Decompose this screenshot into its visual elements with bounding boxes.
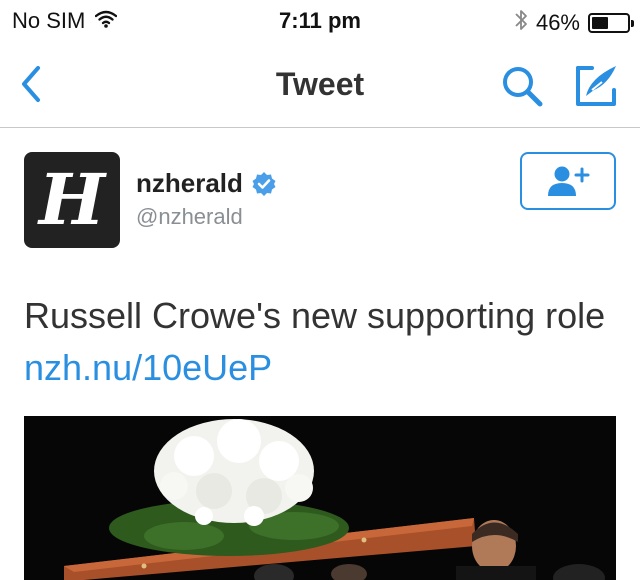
- compose-icon: [576, 66, 616, 106]
- battery-percent: 46%: [535, 10, 580, 35]
- status-right: 46%: [514, 8, 634, 38]
- verified-icon: [252, 171, 276, 196]
- battery-level-fill: [592, 17, 608, 29]
- search-icon: [503, 67, 543, 107]
- add-user-icon: [548, 166, 590, 196]
- battery-icon: [588, 13, 634, 33]
- tweet-text: Russell Crowe's new supporting role nzh.…: [24, 290, 616, 394]
- tweet-header: H nzherald @nzherald: [24, 152, 616, 252]
- compose-button[interactable]: [572, 60, 622, 110]
- user-handle[interactable]: @nzherald: [136, 204, 243, 230]
- avatar-logo: H: [38, 158, 106, 241]
- search-button[interactable]: [498, 62, 546, 110]
- nav-bar: Tweet: [0, 40, 640, 128]
- bluetooth-icon: [514, 8, 528, 38]
- tweet-link[interactable]: nzh.nu/10eUeP: [24, 347, 272, 388]
- photo-icon: [24, 416, 616, 580]
- tweet-photo[interactable]: [24, 416, 616, 580]
- tweet-body: Russell Crowe's new supporting role: [24, 295, 606, 336]
- avatar[interactable]: H: [24, 152, 120, 248]
- user-name[interactable]: nzherald: [136, 168, 243, 199]
- status-bar: No SIM 7:11 pm 46%: [0, 0, 640, 40]
- user-name-row: nzherald: [136, 168, 277, 199]
- follow-button[interactable]: [520, 152, 616, 210]
